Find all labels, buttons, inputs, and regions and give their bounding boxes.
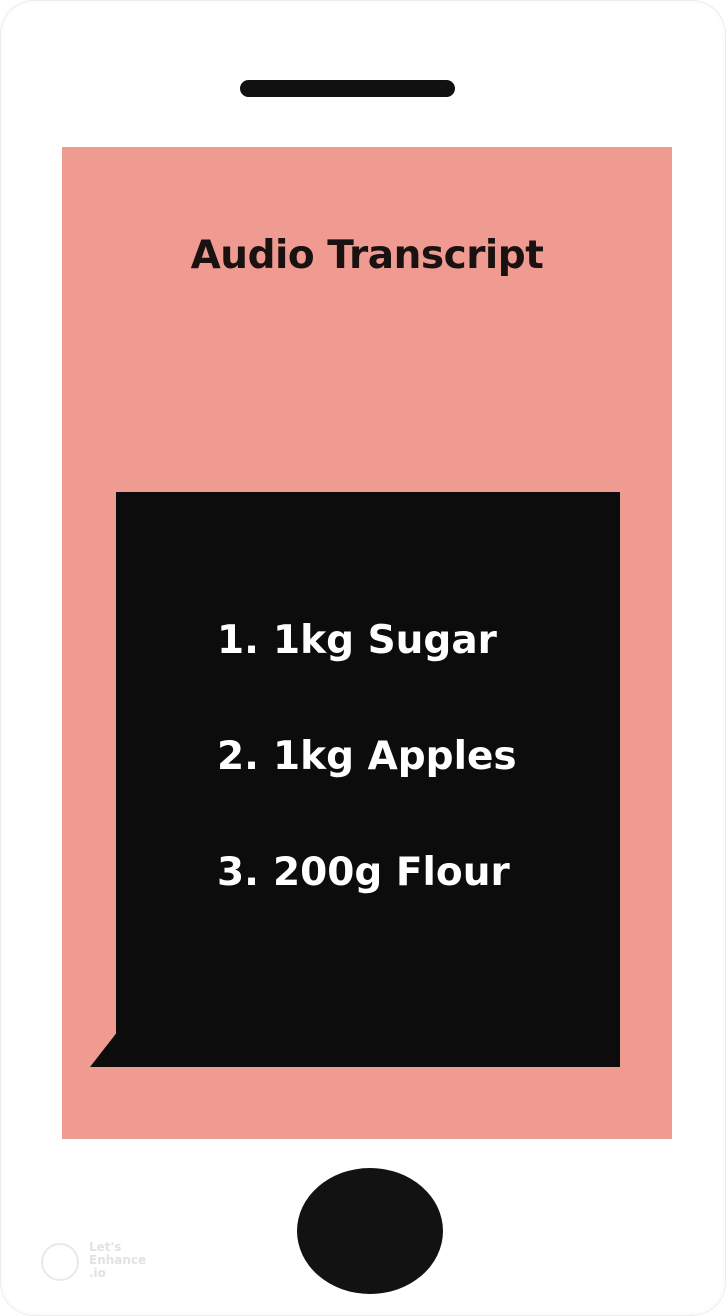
screen-title: Audio Transcript — [190, 233, 544, 278]
list-item-number: 2. — [217, 734, 259, 779]
phone-screen: Audio Transcript 1. 1kg Sugar 2. 1kg Apple… — [62, 147, 672, 1139]
watermark-text: Let's Enhance .io — [89, 1240, 147, 1280]
transcript-list-item: 3. 200g Flour — [217, 850, 510, 895]
watermark: Let's Enhance .io — [41, 1241, 161, 1285]
earpiece-speaker-icon — [240, 80, 455, 97]
list-item-number: 3. — [217, 850, 259, 895]
transcript-speech-bubble: 1. 1kg Sugar 2. 1kg Apples 3. 200g Flour — [90, 492, 620, 1067]
letsenhance-logo-icon — [41, 1243, 79, 1281]
list-item-text: 200g Flour — [273, 850, 510, 895]
phone-frame: Audio Transcript 1. 1kg Sugar 2. 1kg Apple… — [0, 0, 726, 1316]
list-item-number: 1. — [217, 618, 259, 663]
list-item-text: 1kg Sugar — [273, 618, 497, 663]
home-button-icon[interactable] — [297, 1168, 443, 1294]
transcript-list-item: 1. 1kg Sugar — [217, 618, 497, 663]
list-item-text: 1kg Apples — [273, 734, 517, 779]
transcript-list-item: 2. 1kg Apples — [217, 734, 517, 779]
speech-bubble-tail — [90, 1031, 118, 1067]
